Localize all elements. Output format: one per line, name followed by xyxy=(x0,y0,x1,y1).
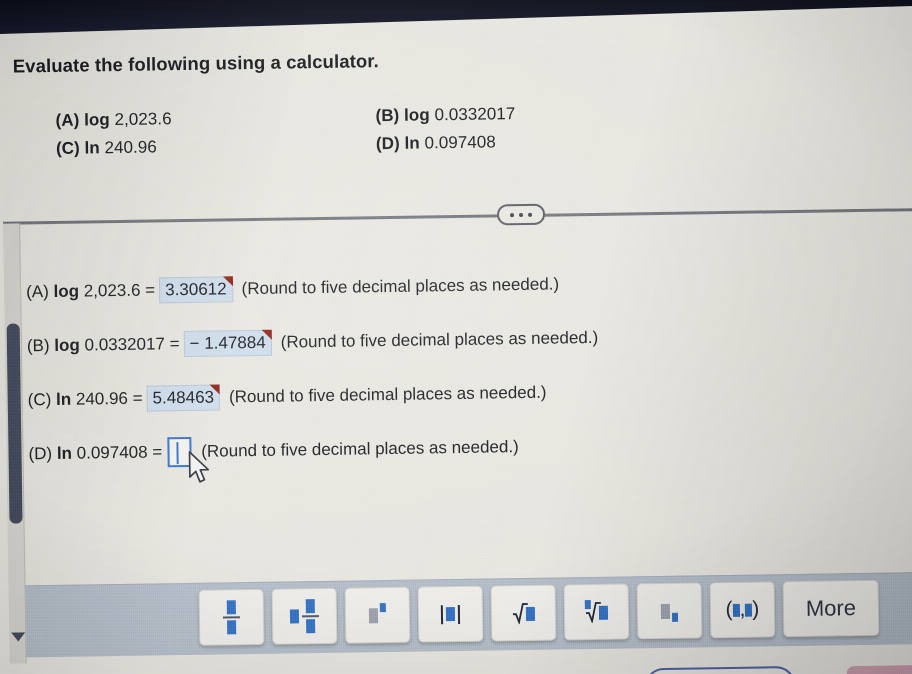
answer-input-b[interactable]: − 1.47884 xyxy=(183,329,272,358)
fraction-icon xyxy=(222,600,241,635)
answer-input-d[interactable] xyxy=(167,436,192,468)
palette-absolute-value-button[interactable] xyxy=(417,585,484,643)
answer-a-prompt: (A) log 2,023.6 = xyxy=(26,280,155,302)
answer-c-equals: = xyxy=(132,388,143,408)
answer-c-value: 5.48463 xyxy=(152,387,215,408)
choice-d-function: ln xyxy=(404,133,420,153)
answer-input-c[interactable]: 5.48463 xyxy=(146,384,221,412)
question-stem: Evaluate the following using a calculato… xyxy=(12,50,379,77)
answer-d-prompt: (D) ln 0.097408 = xyxy=(28,442,162,464)
choice-b-label: (B) xyxy=(375,105,400,126)
palette-fraction-button[interactable] xyxy=(198,588,265,646)
answer-b-argument: 0.0332017 xyxy=(84,334,166,355)
flag-corner-icon xyxy=(261,329,272,340)
flag-corner-icon xyxy=(222,275,233,287)
choice-c: (C) ln 240.96 xyxy=(56,134,376,159)
choice-c-argument: 240.96 xyxy=(104,137,157,158)
math-palette-bar: (,) More xyxy=(25,572,912,658)
answer-b-function: log xyxy=(54,335,80,355)
palette-more-button[interactable]: More xyxy=(782,579,880,638)
answer-d-hint: (Round to five decimal places as needed.… xyxy=(201,437,519,461)
answer-b-value: − 1.47884 xyxy=(189,332,266,353)
choice-a: (A) log 2,023.6 xyxy=(55,106,375,131)
dot-icon xyxy=(519,212,524,217)
answer-b-hint: (Round to five decimal places as needed.… xyxy=(280,327,599,352)
choice-d: (D) ln 0.097408 xyxy=(376,132,496,154)
section-divider xyxy=(3,208,912,225)
screen-surface: Evaluate the following using a calculato… xyxy=(0,0,912,674)
choice-c-function: ln xyxy=(84,138,100,158)
more-options-ellipsis-icon[interactable] xyxy=(496,203,546,226)
answer-d-label: (D) xyxy=(28,444,53,464)
palette-square-root-button[interactable] xyxy=(490,584,557,642)
answer-b-prompt: (B) log 0.0332017 = xyxy=(27,334,180,356)
answer-d-function: ln xyxy=(56,443,73,463)
choice-a-function: log xyxy=(83,110,110,130)
flag-corner-icon xyxy=(209,384,220,395)
answer-list: (A) log 2,023.6 = 3.30612 (Round to five… xyxy=(26,252,909,481)
answer-c-argument: 240.96 xyxy=(75,388,129,409)
mixed-number-icon xyxy=(289,599,320,634)
scrollbar-thumb[interactable] xyxy=(6,323,23,524)
ordered-pair-icon: (,) xyxy=(725,597,760,622)
absolute-value-icon xyxy=(438,602,463,625)
dot-icon xyxy=(528,212,533,217)
photo-of-screen: Evaluate the following using a calculato… xyxy=(0,0,912,674)
answer-d-equals: = xyxy=(152,442,163,462)
answer-b-label: (B) xyxy=(26,336,50,356)
answer-c-prompt: (C) ln 240.96 = xyxy=(28,389,143,411)
choice-d-argument: 0.097408 xyxy=(424,132,496,153)
answer-c-function: ln xyxy=(55,389,72,409)
nth-root-icon xyxy=(584,600,609,624)
answer-a-value: 3.30612 xyxy=(165,279,227,299)
answer-c-hint: (Round to five decimal places as needed.… xyxy=(228,382,547,407)
choice-d-label: (D) xyxy=(375,133,400,154)
palette-subscript-button[interactable] xyxy=(636,582,703,640)
choice-c-label: (C) xyxy=(55,138,80,158)
palette-ordered-pair-button[interactable]: (,) xyxy=(709,581,776,639)
answer-a-function: log xyxy=(53,281,80,301)
palette-mixed-number-button[interactable] xyxy=(271,587,338,645)
square-root-icon xyxy=(512,602,536,625)
answer-a-hint: (Round to five decimal places as needed.… xyxy=(241,274,560,299)
palette-nth-root-button[interactable] xyxy=(563,583,630,641)
answer-a-label: (A) xyxy=(25,282,49,302)
answer-b-equals: = xyxy=(169,334,180,354)
choice-b-argument: 0.0332017 xyxy=(434,104,516,125)
choice-b-function: log xyxy=(403,105,430,125)
scroll-down-arrow-icon[interactable] xyxy=(11,632,26,642)
choice-a-label: (A) xyxy=(55,110,80,130)
next-button[interactable]: Next xyxy=(846,664,912,674)
answer-a-argument: 2,023.6 xyxy=(83,280,141,301)
answer-d-argument: 0.097408 xyxy=(76,442,148,463)
choice-list: (A) log 2,023.6 (B) log 0.0332017 (C) ln… xyxy=(55,99,856,167)
choice-row: (C) ln 240.96 (D) ln 0.097408 xyxy=(56,127,856,159)
answer-a-equals: = xyxy=(145,280,156,300)
exponent-icon xyxy=(368,602,386,623)
text-caret xyxy=(176,442,179,465)
homework-page: Evaluate the following using a calculato… xyxy=(0,12,912,674)
palette-exponent-button[interactable] xyxy=(344,586,411,644)
subscript-icon xyxy=(660,603,679,622)
vertical-scrollbar[interactable] xyxy=(3,223,27,664)
math-palette: (,) More xyxy=(198,579,880,646)
choice-row: (A) log 2,023.6 (B) log 0.0332017 xyxy=(55,99,855,131)
choice-b: (B) log 0.0332017 xyxy=(375,104,515,126)
answer-c-label: (C) xyxy=(27,390,52,410)
check-all-button[interactable]: Check all xyxy=(643,665,797,674)
dot-icon xyxy=(510,212,515,217)
choice-a-argument: 2,023.6 xyxy=(114,109,172,130)
answer-input-a[interactable]: 3.30612 xyxy=(158,275,233,304)
